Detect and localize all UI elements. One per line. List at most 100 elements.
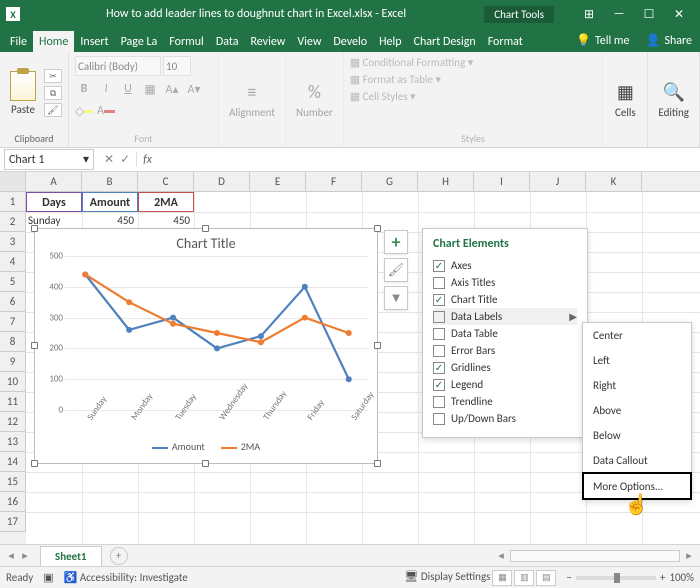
ribbon-display-options-icon[interactable]: ⊞ <box>574 0 604 28</box>
border-button[interactable]: ▦ <box>141 80 159 98</box>
chart-element-data-labels[interactable]: Data Labels▶ <box>433 308 577 325</box>
col-header[interactable]: J <box>530 172 586 191</box>
row-header[interactable]: 3 <box>0 232 26 252</box>
resize-handle[interactable] <box>202 225 209 232</box>
chart-element-error-bars[interactable]: Error Bars <box>433 342 577 359</box>
page-layout-view-button[interactable]: ▥ <box>514 570 534 586</box>
col-header[interactable]: G <box>362 172 418 191</box>
cells-grid[interactable]: Days Amount 2MA Sunday 450 450 Chart Tit… <box>26 192 700 544</box>
col-header[interactable]: E <box>250 172 306 191</box>
paste-button[interactable]: Paste <box>6 69 40 118</box>
font-size-input[interactable] <box>163 56 191 76</box>
chart-styles-button[interactable]: 🖌 <box>384 258 408 282</box>
tab-view[interactable]: View <box>291 31 327 52</box>
chart-element-chart-title[interactable]: ✓Chart Title <box>433 291 577 308</box>
cell-styles-button[interactable]: ▦ Cell Styles ▾ <box>350 90 416 103</box>
display-settings-button[interactable]: 🖥 Display Settings <box>404 570 490 586</box>
checkbox-icon[interactable] <box>433 277 445 289</box>
accept-formula-icon[interactable]: ✓ <box>120 152 130 167</box>
checkbox-icon[interactable] <box>433 396 445 408</box>
submenu-item-above[interactable]: Above <box>583 398 691 423</box>
checkbox-icon[interactable] <box>433 311 445 323</box>
tab-help[interactable]: Help <box>373 31 408 52</box>
col-header[interactable]: B <box>82 172 138 191</box>
maximize-button[interactable]: ☐ <box>634 0 664 28</box>
page-break-view-button[interactable]: ▤ <box>536 570 556 586</box>
select-all-button[interactable] <box>0 172 26 191</box>
col-header[interactable]: H <box>418 172 474 191</box>
minimize-button[interactable]: — <box>604 0 634 28</box>
cancel-formula-icon[interactable]: ✕ <box>104 152 114 167</box>
submenu-item-center[interactable]: Center <box>583 323 691 348</box>
col-header[interactable]: C <box>138 172 194 191</box>
col-header[interactable]: F <box>306 172 362 191</box>
fx-icon[interactable]: fx <box>137 153 152 167</box>
row-header[interactable]: 13 <box>0 432 26 452</box>
col-header[interactable]: D <box>194 172 250 191</box>
tab-formulas[interactable]: Formul <box>163 31 210 52</box>
submenu-item-right[interactable]: Right <box>583 373 691 398</box>
font-color-button[interactable]: A <box>97 102 115 120</box>
chart-element-up-down-bars[interactable]: Up/Down Bars <box>433 410 577 427</box>
share-button[interactable]: Share <box>664 34 692 48</box>
accessibility-status[interactable]: ♿ Accessibility: Investigate <box>64 571 188 584</box>
resize-handle[interactable] <box>202 460 209 467</box>
checkbox-icon[interactable] <box>433 345 445 357</box>
resize-handle[interactable] <box>31 342 38 349</box>
checkbox-icon[interactable]: ✓ <box>433 260 445 272</box>
submenu-item-left[interactable]: Left <box>583 348 691 373</box>
submenu-item-below[interactable]: Below <box>583 423 691 448</box>
row-header[interactable]: 1 <box>0 192 26 212</box>
checkbox-icon[interactable]: ✓ <box>433 294 445 306</box>
alignment-button[interactable]: ≡ Alignment <box>225 78 279 121</box>
zoom-level[interactable]: 100% <box>669 571 694 584</box>
checkbox-icon[interactable]: ✓ <box>433 362 445 374</box>
zoom-in-button[interactable]: + <box>660 571 665 584</box>
row-header[interactable]: 17 <box>0 512 26 532</box>
row-header[interactable]: 7 <box>0 312 26 332</box>
row-header[interactable]: 15 <box>0 472 26 492</box>
resize-handle[interactable] <box>374 342 381 349</box>
tab-file[interactable]: File <box>4 31 33 52</box>
chart-element-legend[interactable]: ✓Legend <box>433 376 577 393</box>
conditional-formatting-button[interactable]: ▦ Conditional Formatting ▾ <box>350 56 474 69</box>
checkbox-icon[interactable] <box>433 328 445 340</box>
zoom-slider[interactable] <box>576 576 656 580</box>
font-name-input[interactable] <box>75 56 161 76</box>
chart-element-axes[interactable]: ✓Axes <box>433 257 577 274</box>
copy-button[interactable]: ⧉ <box>44 86 62 100</box>
row-header[interactable]: 11 <box>0 392 26 412</box>
bold-button[interactable]: B <box>75 80 93 98</box>
increase-font-button[interactable]: A▴ <box>163 80 181 98</box>
cells-button[interactable]: ▦ Cells <box>609 78 641 121</box>
col-header[interactable]: A <box>26 172 82 191</box>
macro-record-icon[interactable]: ▣ <box>43 571 53 584</box>
row-header[interactable]: 16 <box>0 492 26 512</box>
resize-handle[interactable] <box>31 225 38 232</box>
sheet-nav-prev[interactable]: ◂ <box>4 549 18 562</box>
chart-elements-button[interactable]: + <box>384 230 408 254</box>
row-header[interactable]: 14 <box>0 452 26 472</box>
row-header[interactable]: 9 <box>0 352 26 372</box>
sheet-tab-sheet1[interactable]: Sheet1 <box>40 546 102 566</box>
tab-insert[interactable]: Insert <box>74 31 114 52</box>
format-as-table-button[interactable]: ▦ Format as Table ▾ <box>350 73 441 86</box>
chart-element-trendline[interactable]: Trendline <box>433 393 577 410</box>
hscroll-track[interactable] <box>510 550 680 562</box>
tab-page-layout[interactable]: Page La <box>115 31 164 52</box>
row-header[interactable]: 8 <box>0 332 26 352</box>
cell-a1[interactable]: Days <box>26 192 82 212</box>
hscroll-right[interactable]: ▸ <box>682 549 696 562</box>
underline-button[interactable]: U <box>119 80 137 98</box>
chart-element-gridlines[interactable]: ✓Gridlines <box>433 359 577 376</box>
zoom-out-button[interactable]: − <box>566 571 571 584</box>
italic-button[interactable]: I <box>97 80 115 98</box>
decrease-font-button[interactable]: A▾ <box>185 80 203 98</box>
sheet-nav-next[interactable]: ▸ <box>18 549 32 562</box>
tab-developer[interactable]: Develo <box>327 31 373 52</box>
chart-object[interactable]: Chart Title 0100200300400500 SundayMonda… <box>34 228 378 464</box>
tell-me-button[interactable]: Tell me <box>595 34 630 48</box>
resize-handle[interactable] <box>374 460 381 467</box>
name-box[interactable]: Chart 1▾ <box>4 149 94 170</box>
row-header[interactable]: 10 <box>0 372 26 392</box>
